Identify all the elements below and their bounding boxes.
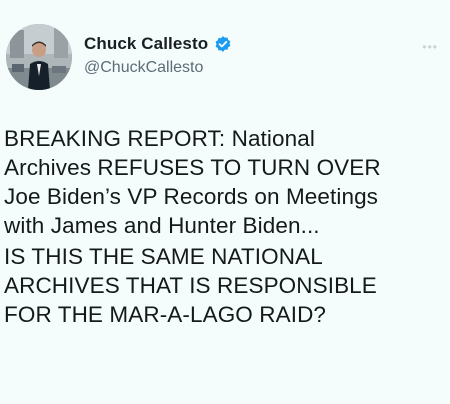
tweet-text-line: ARCHIVES THAT IS RESPONSIBLE [4, 273, 377, 298]
tweet-text-line: Archives REFUSES TO TURN OVER [4, 155, 381, 180]
avatar[interactable] [6, 24, 72, 90]
tweet-paragraph: IS THIS THE SAME NATIONAL ARCHIVES THAT … [4, 242, 444, 329]
tweet-text-line: IS THIS THE SAME NATIONAL [4, 244, 323, 269]
tweet-header: Chuck Callesto @ChuckCallesto ••• [6, 22, 442, 102]
tweet-text-line: with James and Hunter Biden... [4, 213, 320, 238]
author-handle[interactable]: @ChuckCallesto [84, 59, 232, 77]
tweet-card: Chuck Callesto @ChuckCallesto ••• BREAKI… [0, 0, 450, 404]
author-display-name[interactable]: Chuck Callesto [84, 34, 208, 54]
author-block: Chuck Callesto @ChuckCallesto [84, 34, 232, 77]
tweet-text-line: FOR THE MAR-A-LAGO RAID? [4, 302, 327, 327]
author-name-row: Chuck Callesto [84, 34, 232, 54]
tweet-text-line: BREAKING REPORT: National [4, 126, 315, 151]
tweet-text-line: Joe Biden’s VP Records on Meetings [4, 184, 379, 209]
tweet-paragraph: BREAKING REPORT: National Archives REFUS… [4, 124, 444, 240]
more-horizontal-icon[interactable]: ••• [422, 40, 438, 54]
verified-badge-icon [214, 35, 232, 53]
profile-photo-icon [6, 24, 72, 90]
tweet-text: BREAKING REPORT: National Archives REFUS… [4, 124, 444, 329]
